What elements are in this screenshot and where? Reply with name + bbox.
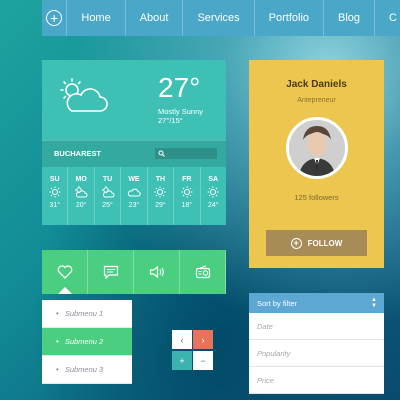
chat-button[interactable]: [88, 250, 134, 294]
top-navigation: + Home About Services Portfolio Blog C: [42, 0, 400, 36]
submenu-item[interactable]: • Submenu 3: [42, 356, 132, 384]
decrement-button[interactable]: −: [193, 351, 213, 370]
day-temperature: 29°: [155, 202, 166, 209]
profile-name: Jack Daniels: [286, 79, 347, 90]
plus-circle-icon: +: [46, 10, 63, 26]
followers-count: 125 followers: [294, 193, 339, 202]
nav-blog[interactable]: Blog: [324, 0, 376, 36]
cloud-sun-icon: [101, 186, 115, 198]
cloud-sun-icon: [60, 78, 108, 112]
day-temperature: 18°: [181, 202, 193, 209]
bullet-icon: •: [56, 309, 59, 318]
forecast-day: FR 18°: [174, 167, 201, 225]
filter-option[interactable]: Popularity: [249, 340, 384, 367]
filter-option[interactable]: Price: [249, 367, 384, 394]
forecast-day: SA 24°: [201, 167, 226, 225]
radio-icon: [195, 265, 210, 279]
weather-description: Mostly Sunny 27°/15°: [158, 107, 203, 125]
person-photo-icon: [289, 120, 345, 176]
chevron-left-icon: ‹: [180, 334, 184, 345]
day-name: SA: [208, 176, 219, 183]
profile-card: Jack Daniels Antepreneur 125 followers +…: [249, 60, 384, 268]
nav-about[interactable]: About: [126, 0, 184, 36]
weather-widget: 27° Mostly Sunny 27°/15° BUCHAREST SU 31…: [42, 60, 226, 225]
dropdown-caret: [58, 287, 72, 294]
weather-condition: Mostly Sunny: [158, 107, 204, 116]
follow-button[interactable]: + FOLLOW: [266, 230, 367, 256]
nav-portfolio[interactable]: Portfolio: [255, 0, 325, 36]
day-temperature: 20°: [75, 202, 87, 209]
submenu-label: Submenu 3: [64, 365, 104, 374]
forecast-days: SU 31° MO 20° TU 25° WE 23° TH 29° FR 18…: [42, 167, 226, 225]
sun-icon: [207, 186, 219, 198]
chat-icon: [103, 265, 118, 279]
sun-icon: [181, 186, 193, 198]
cloud-icon: [127, 188, 141, 197]
submenu: • Submenu 1 • Submenu 2 • Submenu 3: [42, 300, 132, 384]
city-name: BUCHAREST: [54, 149, 102, 158]
profile-role: Antepreneur: [297, 97, 336, 104]
sort-filter: Sort by filter ▲ ▼ Date Popularity Price: [249, 293, 384, 394]
nav-home[interactable]: Home: [67, 0, 126, 36]
day-name: TH: [155, 176, 166, 183]
arrow-controls: ‹ › + −: [172, 330, 214, 370]
sort-filter-select[interactable]: Sort by filter ▲ ▼: [249, 293, 384, 313]
plus-circle-icon: +: [290, 237, 302, 249]
next-button[interactable]: ›: [193, 330, 213, 349]
speaker-icon: [149, 265, 164, 279]
sun-icon: [154, 186, 166, 198]
sun-icon: [49, 186, 61, 198]
heart-icon: [57, 265, 72, 279]
day-temperature: 23°: [128, 202, 140, 209]
previous-button[interactable]: ‹: [172, 330, 192, 349]
submenu-label: Submenu 1: [64, 309, 104, 318]
avatar[interactable]: [286, 117, 348, 179]
city-search-input[interactable]: [155, 148, 217, 159]
forecast-day: TH 29°: [148, 167, 175, 225]
chevron-right-icon: ›: [201, 334, 205, 345]
nav-services[interactable]: Services: [183, 0, 255, 36]
plus-icon: +: [179, 355, 185, 366]
search-icon: [158, 150, 165, 157]
weather-current: 27° Mostly Sunny 27°/15°: [42, 60, 226, 140]
day-name: MO: [75, 176, 87, 183]
weather-range: 27°/15°: [158, 116, 183, 125]
current-temperature: 27°: [158, 72, 201, 103]
day-temperature: 24°: [207, 202, 219, 209]
minus-icon: −: [200, 355, 206, 366]
city-row: BUCHAREST: [42, 140, 226, 167]
forecast-day: SU 31°: [42, 167, 69, 225]
follow-label: FOLLOW: [307, 238, 343, 248]
day-temperature: 31°: [49, 202, 60, 209]
increment-button[interactable]: +: [172, 351, 192, 370]
cloud-sun-icon: [75, 186, 88, 198]
bullet-icon: •: [56, 365, 59, 374]
day-name: WE: [128, 176, 140, 183]
submenu-item[interactable]: • Submenu 1: [42, 300, 132, 328]
day-name: FR: [182, 176, 192, 183]
day-temperature: 25°: [102, 202, 113, 209]
submenu-label: Submenu 2: [64, 337, 104, 346]
speaker-button[interactable]: [134, 250, 180, 294]
icon-toolbar: [42, 250, 226, 294]
forecast-day: WE 23°: [121, 167, 148, 225]
filter-option[interactable]: Date: [249, 313, 384, 340]
day-name: TU: [102, 176, 113, 183]
menu-button[interactable]: +: [42, 0, 68, 36]
forecast-day: TU 25°: [95, 167, 122, 225]
nav-contact[interactable]: C: [375, 0, 400, 36]
bullet-icon: •: [56, 337, 59, 346]
select-arrows-icon: ▲ ▼: [371, 297, 377, 309]
sort-filter-title: Sort by filter: [257, 298, 298, 308]
day-name: SU: [49, 176, 60, 183]
forecast-day: MO 20°: [68, 167, 95, 225]
submenu-item-active[interactable]: • Submenu 2: [42, 328, 132, 356]
radio-button[interactable]: [180, 250, 226, 294]
